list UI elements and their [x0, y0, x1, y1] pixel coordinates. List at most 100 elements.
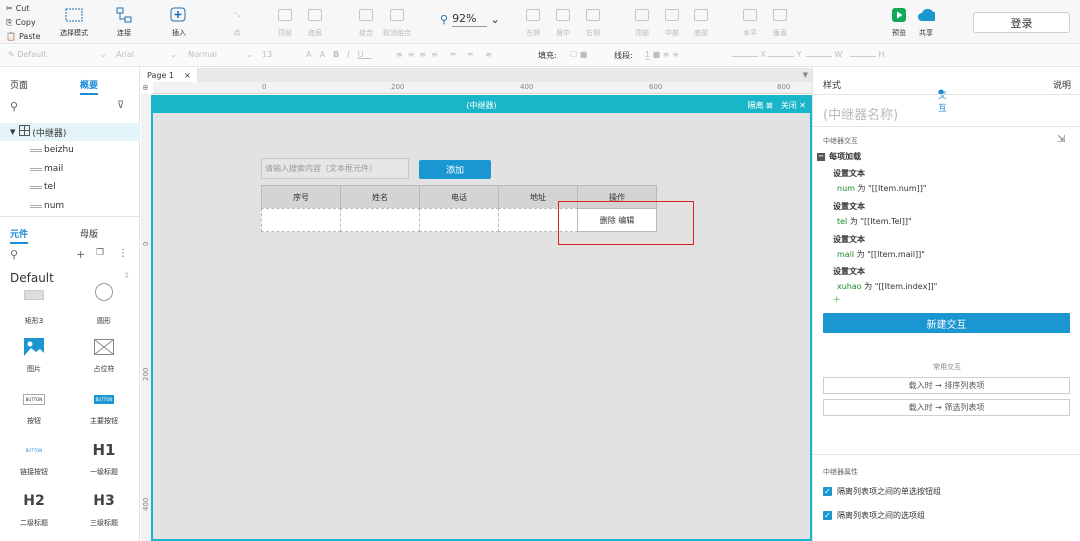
cut-button[interactable]: ✂ Cut	[6, 2, 41, 16]
align-right-button[interactable]: 右侧	[584, 6, 602, 38]
line-width-select[interactable]: 1 ■ ≡ ≡	[645, 50, 679, 60]
align-top-icon	[633, 6, 651, 24]
font-chevron-icon: ⌄	[170, 50, 177, 59]
send-back-button[interactable]: 底层	[306, 6, 324, 38]
header-phone[interactable]: 电话	[419, 185, 499, 209]
w-field[interactable]: W	[806, 50, 842, 59]
distribute-horizontal-button[interactable]: 水平	[741, 6, 759, 38]
expand-icon[interactable]: ⇲	[1057, 134, 1065, 145]
align-middle-button[interactable]: 中部	[663, 6, 681, 38]
style-select[interactable]: ✎ Default	[8, 50, 46, 59]
add-library-icon[interactable]: +	[76, 248, 85, 261]
new-interaction-button[interactable]: 新建交互	[823, 313, 1070, 333]
header-index[interactable]: 序号	[261, 185, 341, 209]
align-bottom-button[interactable]: 底部	[692, 6, 710, 38]
tabs-dropdown-icon[interactable]: ▼	[803, 71, 808, 79]
tree-item-tel[interactable]: tel	[0, 178, 140, 196]
repeater-name-field[interactable]: (中继器名称)	[823, 104, 898, 123]
isolate-radio-checkbox[interactable]: ✓ 隔离列表项之间的单选按钮组	[823, 486, 941, 497]
left-bottom-tabs: 元件 母版	[0, 223, 140, 244]
preview-button[interactable]: 预览	[890, 6, 908, 38]
send-back-icon	[306, 6, 324, 24]
tab-page-1[interactable]: Page 1 ×	[141, 68, 198, 82]
fill-color-swatch[interactable]: ☐ ■	[570, 50, 587, 59]
weight-select[interactable]: Normal	[188, 50, 217, 59]
widget-primary-button[interactable]: BUTTON 主要按钮	[74, 388, 134, 426]
tab-notes[interactable]: 说明	[1053, 78, 1071, 91]
tab-outline[interactable]: 概要	[80, 78, 99, 95]
props-divider	[813, 454, 1080, 455]
distribute-vertical-button[interactable]: 垂直	[771, 6, 789, 38]
image-icon	[24, 336, 44, 358]
select-mode-button[interactable]: 选择模式	[60, 6, 88, 38]
isolate-group-checkbox[interactable]: ✓ 隔离列表项之间的选项组	[823, 510, 925, 521]
h-field[interactable]: H	[850, 50, 885, 59]
tab-masters[interactable]: 母版	[80, 227, 98, 240]
widget-h2[interactable]: H2 二级标题	[4, 490, 64, 528]
login-button[interactable]: 登录	[973, 12, 1070, 33]
library-select[interactable]: Default ⇕	[10, 271, 130, 285]
sort-items-button[interactable]: 载入时 → 排序列表项	[823, 377, 1070, 394]
close-icon[interactable]: ×	[184, 71, 191, 80]
weight-chevron-icon: ⌄	[246, 50, 253, 59]
widget-button[interactable]: BUTTON 按钮	[4, 388, 64, 426]
panel-divider	[0, 216, 140, 217]
share-button[interactable]: 共享	[917, 6, 935, 38]
widget-rectangle[interactable]: 矩形3	[4, 288, 64, 326]
bring-front-button[interactable]: 顶层	[276, 6, 294, 38]
close-button[interactable]: 关闭 ✕	[781, 100, 806, 111]
add-action-icon[interactable]: +	[833, 295, 841, 305]
more-icon[interactable]: ⋮	[118, 248, 128, 259]
widget-h3[interactable]: H3 三级标题	[74, 490, 134, 528]
widget-link-button[interactable]: BUTTON 链接按钮	[4, 439, 64, 477]
align-top-button[interactable]: 顶部	[633, 6, 651, 38]
cell-phone[interactable]	[419, 208, 499, 232]
search-input[interactable]: 请输入搜索内容（文本框元件）	[261, 158, 409, 179]
font-select[interactable]: Arial	[116, 50, 134, 59]
add-button[interactable]: 添加	[419, 160, 491, 179]
connect-button[interactable]: 连接	[115, 6, 133, 38]
event-item-load[interactable]: − 每项加载	[817, 151, 861, 162]
insert-button[interactable]: 插入	[170, 6, 188, 38]
tree-item-num[interactable]: num	[0, 197, 140, 215]
button-icon: BUTTON	[22, 388, 46, 410]
action-detail[interactable]: tel 为 "[[Item.Tel]]"	[837, 216, 912, 227]
text-align-buttons[interactable]: ≡≡≡≡ ═ ═ ≡	[396, 50, 497, 59]
paste-button[interactable]: 📋 Paste	[6, 30, 41, 44]
tab-pages[interactable]: 页面	[10, 78, 28, 91]
tab-style[interactable]: 样式	[823, 78, 841, 91]
action-detail[interactable]: xuhao 为 "[[Item.index]]"	[837, 281, 937, 292]
text-style-buttons[interactable]: AABIU	[306, 50, 372, 59]
align-center-button[interactable]: 居中	[554, 6, 572, 38]
zoom-control[interactable]: ⚲ 92% ⌄	[440, 12, 500, 27]
h3-icon: H3	[93, 493, 115, 509]
filter-items-button[interactable]: 载入时 → 筛选列表项	[823, 399, 1070, 416]
point-button[interactable]: ⤡ 点	[228, 6, 246, 38]
isolate-button[interactable]: 隔离 ⊠	[748, 100, 773, 111]
tree-item-beizhu[interactable]: beizhu	[0, 141, 140, 159]
tab-widgets[interactable]: 元件	[10, 227, 29, 244]
font-size-select[interactable]: 13	[262, 50, 272, 59]
x-field[interactable]: X	[732, 50, 766, 59]
widget-circle[interactable]: 圆形	[74, 283, 134, 326]
ungroup-button[interactable]: 取消组合	[383, 6, 411, 38]
tree-item-mail[interactable]: mail	[0, 160, 140, 178]
align-left-button[interactable]: 左侧	[524, 6, 542, 38]
search-icon[interactable]: ⚲	[10, 100, 18, 113]
library-icon[interactable]: ❐	[96, 248, 104, 258]
filter-icon[interactable]: ⊽	[117, 100, 124, 111]
widget-placeholder[interactable]: 占位符	[74, 336, 134, 374]
widget-image[interactable]: 图片	[4, 336, 64, 374]
tree-item-repeater[interactable]: ▼ (中继器)	[0, 123, 140, 141]
y-field[interactable]: Y	[768, 50, 801, 59]
repeater-edit-frame[interactable]: (中继器) 隔离 ⊠ 关闭 ✕ 请输入搜索内容（文本框元件） 添加 序号 姓名 …	[151, 95, 822, 541]
search-icon[interactable]: ⚲	[10, 248, 18, 261]
header-name[interactable]: 姓名	[340, 185, 420, 209]
action-detail[interactable]: mail 为 "[[Item.mail]]"	[837, 249, 925, 260]
cell-index[interactable]	[261, 208, 341, 232]
cell-name[interactable]	[340, 208, 420, 232]
copy-button[interactable]: ⎘ Copy	[6, 16, 41, 30]
widget-h1[interactable]: H1 一级标题	[74, 439, 134, 477]
action-detail[interactable]: num 为 "[[Item.num]]"	[837, 183, 927, 194]
group-button[interactable]: 组合	[357, 6, 375, 38]
